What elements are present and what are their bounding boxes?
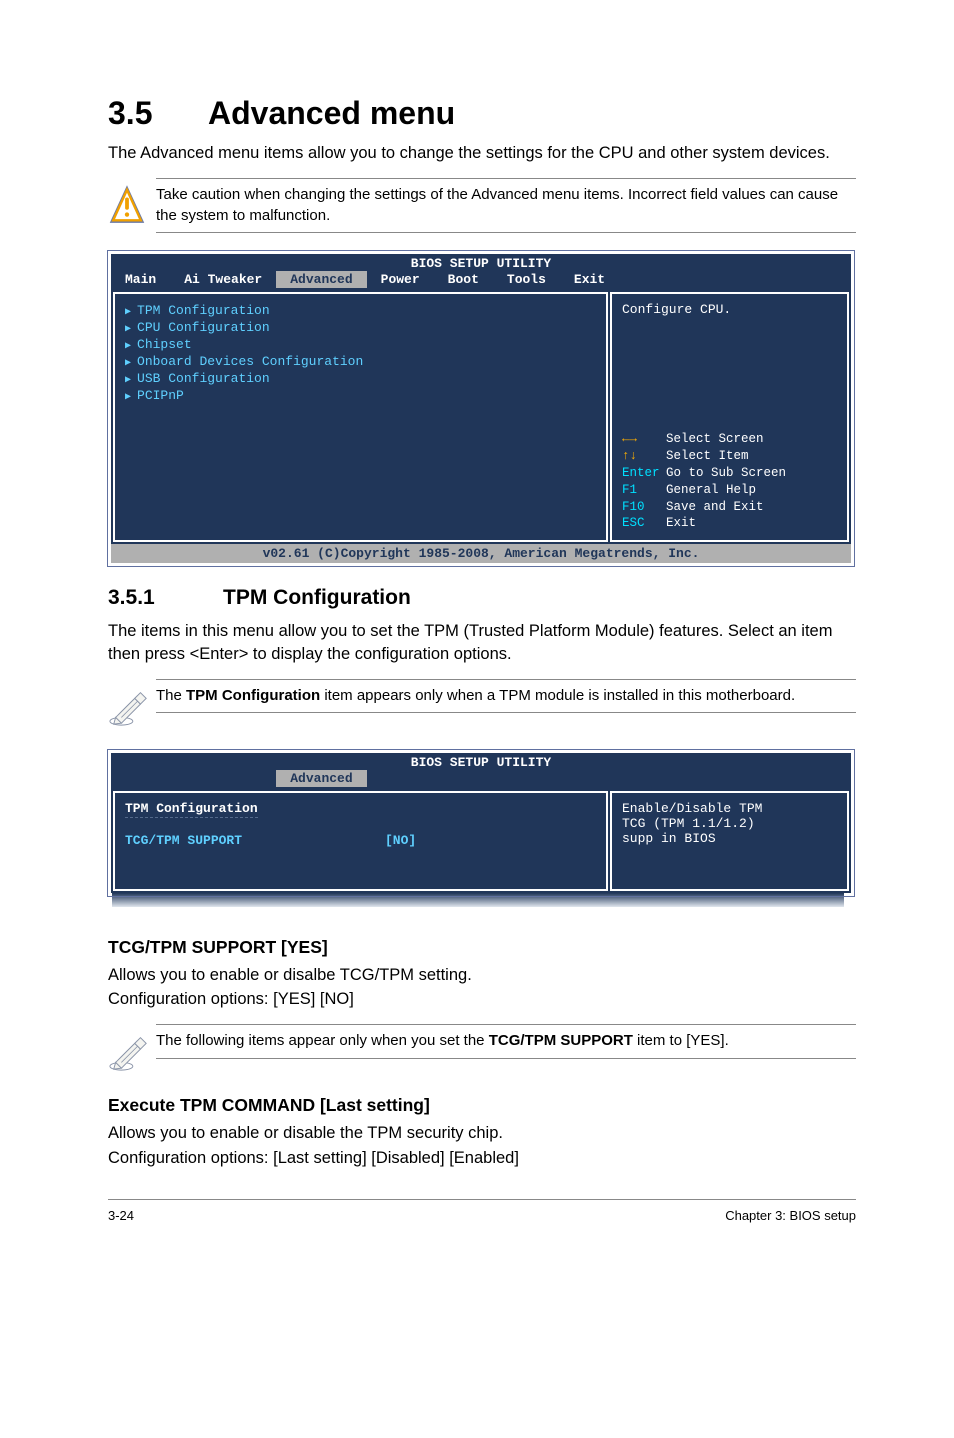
caution-text: Take caution when changing the settings … [156,185,856,226]
bios-setting-value: [NO] [385,833,416,848]
bios-help-heading: Configure CPU. [622,302,837,317]
bios-help-sym: ESC [622,515,666,532]
item-desc: Allows you to enable or disable the TPM … [108,1122,856,1144]
tcg-note: The following items appear only when you… [108,1024,856,1077]
item-heading: TCG/TPM SUPPORT [YES] [108,937,856,958]
bios-screenshot-advanced: BIOS SETUP UTILITY Main Ai Tweaker Advan… [108,251,854,566]
bios-help-sym: F10 [622,499,666,516]
item-desc: Allows you to enable or disalbe TCG/TPM … [108,964,856,986]
subsection-heading: 3.5.1TPM Configuration [108,586,856,610]
bios-help-label: Go to Sub Screen [666,466,786,480]
page-footer: 3-24 Chapter 3: BIOS setup [108,1199,856,1223]
subsection-title: TPM Configuration [223,586,411,609]
bios-screenshot-tpm: BIOS SETUP UTILITY Main Ai Tweaker Advan… [108,750,854,896]
page-number: 3-24 [108,1208,134,1223]
item-heading: Execute TPM COMMAND [Last setting] [108,1095,856,1116]
item-options: Configuration options: [YES] [NO] [108,988,856,1010]
section-title: 3.5Advanced menu [108,95,856,132]
bios-tab: Main [111,271,170,288]
bios-menu-item: CPU Configuration [125,319,596,336]
bios-fade [112,893,844,907]
bios-menu-item: Onboard Devices Configuration [125,353,596,370]
tcg-note-text: The following items appear only when you… [156,1031,856,1051]
tpm-note-text: The TPM Configuration item appears only … [156,686,856,706]
bios-tab: Ai Tweaker [170,271,276,288]
bios-help-sym: ←→ [622,431,666,448]
bios-tabs: Main Ai Tweaker Advanced Power Boot Tool… [111,271,851,290]
bios-tab-active: Advanced [276,770,366,787]
bios-help-label: General Help [666,483,756,497]
bios-title: BIOS SETUP UTILITY [111,254,851,271]
item-options: Configuration options: [Last setting] [D… [108,1147,856,1169]
bios-help-label: Save and Exit [666,500,764,514]
chapter-label: Chapter 3: BIOS setup [725,1208,856,1223]
section-number: 3.5 [108,95,208,132]
bios-section-heading: TPM Configuration [125,801,258,818]
bios-right-panel: Configure CPU. ←→Select Screen ↑↓Select … [610,292,849,542]
bios-tab: Power [367,271,434,288]
section-title-text: Advanced menu [208,95,455,131]
pencil-icon [108,679,156,732]
bios-left-panel: TPM Configuration CPU Configuration Chip… [113,292,608,542]
bios-help-list: ←→Select Screen ↑↓Select Item EnterGo to… [622,431,837,532]
bios-title: BIOS SETUP UTILITY [111,753,851,770]
bios-tab: Exit [560,271,619,288]
bios-footer: v02.61 (C)Copyright 1985-2008, American … [111,544,851,563]
bios-help-label: Select Screen [666,432,764,446]
bios-tab-active: Advanced [276,271,366,288]
subsection-desc: The items in this menu allow you to set … [108,620,856,665]
bios-tabs: Main Ai Tweaker Advanced [111,770,851,789]
bios-right-panel: Enable/Disable TPM TCG (TPM 1.1/1.2) sup… [610,791,849,891]
bios-help-label: Select Item [666,449,749,463]
bios-setting-label: TCG/TPM SUPPORT [125,833,385,848]
bios-menu-item: TPM Configuration [125,302,596,319]
bios-tab: Boot [434,271,493,288]
bios-menu-item: Chipset [125,336,596,353]
subsection-number: 3.5.1 [108,586,223,610]
bios-help-label: Exit [666,516,696,530]
bios-help-sym: F1 [622,482,666,499]
tpm-note: The TPM Configuration item appears only … [108,679,856,732]
caution-note: Take caution when changing the settings … [108,178,856,233]
bios-help-sym: ↑↓ [622,448,666,465]
bios-help-sym: Enter [622,465,666,482]
bios-tab: Tools [493,271,560,288]
bios-setting-row: TCG/TPM SUPPORT[NO] [125,832,596,849]
intro-paragraph: The Advanced menu items allow you to cha… [108,142,856,164]
bios-help-text: Enable/Disable TPM [622,801,837,816]
bios-help-text: supp in BIOS [622,831,837,846]
bios-left-panel: TPM Configuration TCG/TPM SUPPORT[NO] [113,791,608,891]
bios-menu-item: USB Configuration [125,370,596,387]
bios-menu-item: PCIPnP [125,387,596,404]
pencil-icon [108,1024,156,1077]
caution-icon [108,178,156,233]
bios-help-text: TCG (TPM 1.1/1.2) [622,816,837,831]
